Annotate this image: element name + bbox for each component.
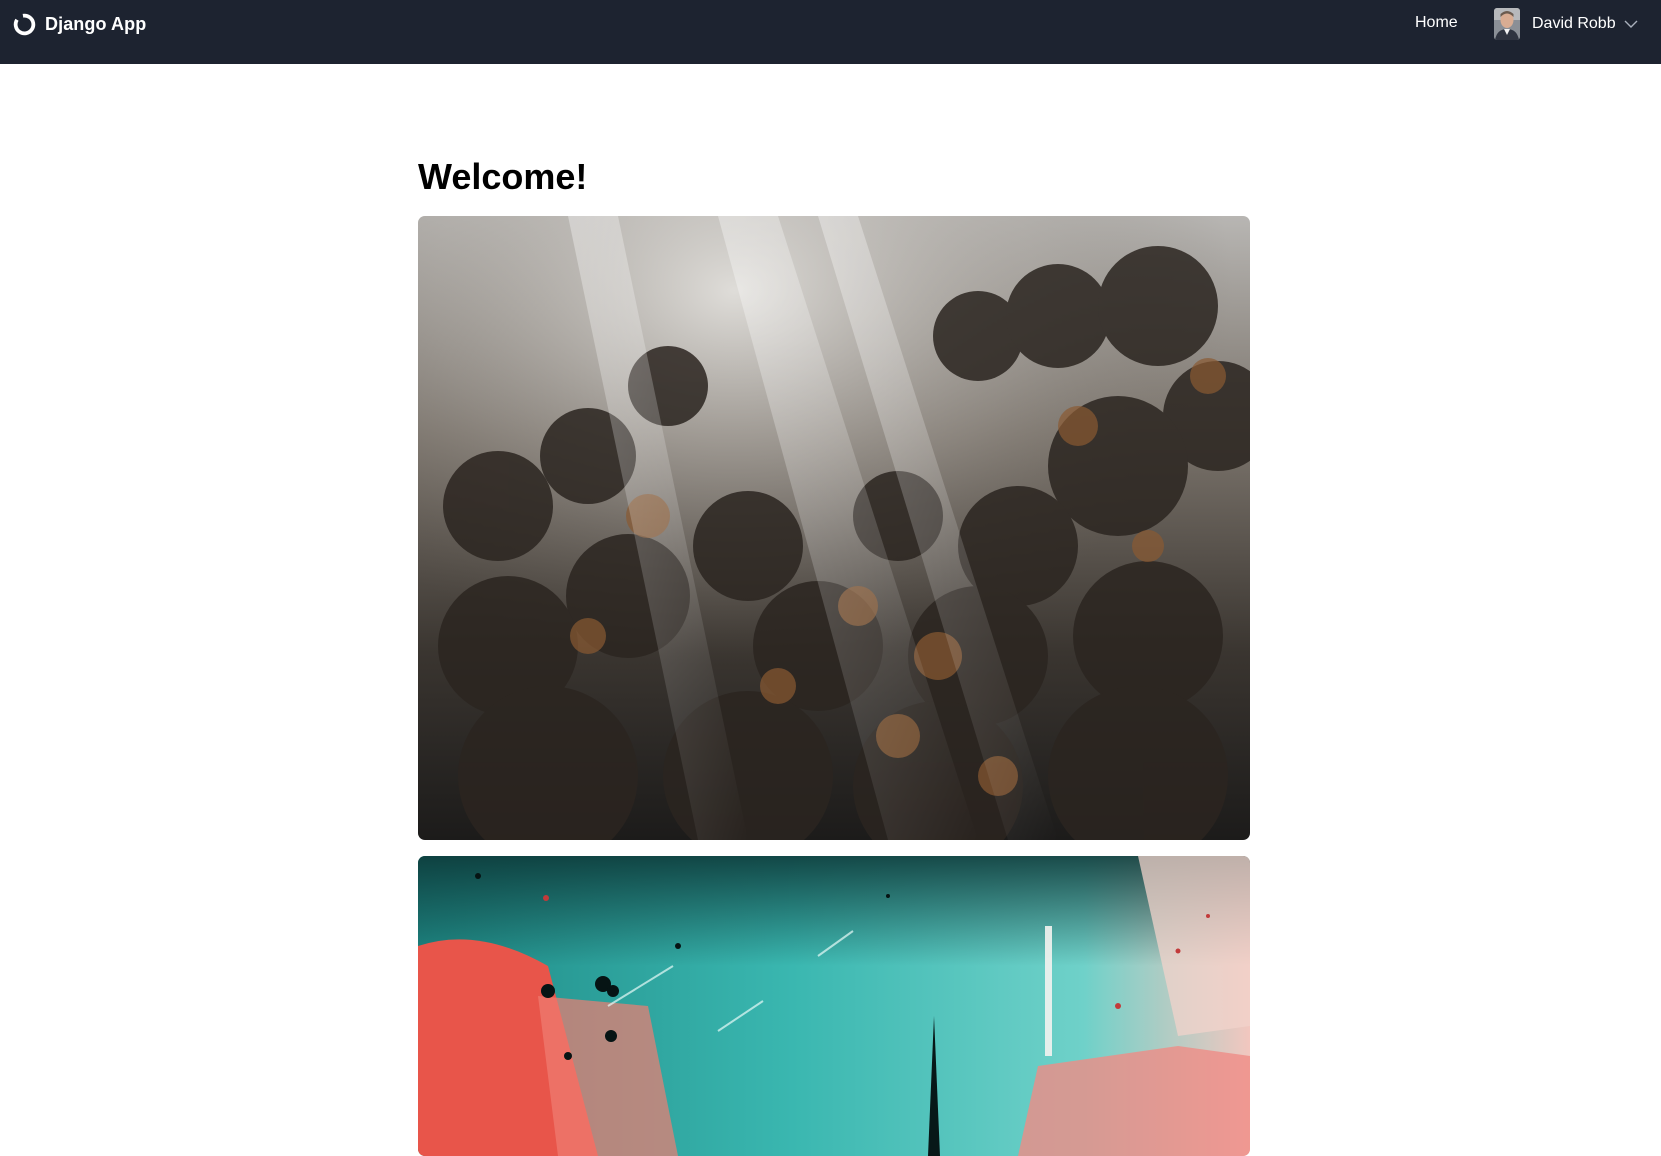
top-navbar: Django App Home David Robb	[0, 0, 1661, 64]
brand-name: Django App	[45, 13, 147, 34]
user-avatar	[1494, 8, 1520, 40]
circle-logo-icon	[13, 13, 36, 35]
user-name: David Robb	[1532, 15, 1616, 32]
page-title: Welcome!	[418, 156, 588, 197]
brand-link[interactable]: Django App	[12, 10, 146, 38]
chevron-down-icon	[1624, 20, 1638, 28]
user-menu-toggle[interactable]: David Robb	[1494, 8, 1638, 40]
nav-link-home[interactable]: Home	[1415, 14, 1458, 32]
misty-forest-aerial-photo	[418, 216, 1250, 840]
teal-red-abstract-paint-photo	[418, 856, 1250, 1156]
